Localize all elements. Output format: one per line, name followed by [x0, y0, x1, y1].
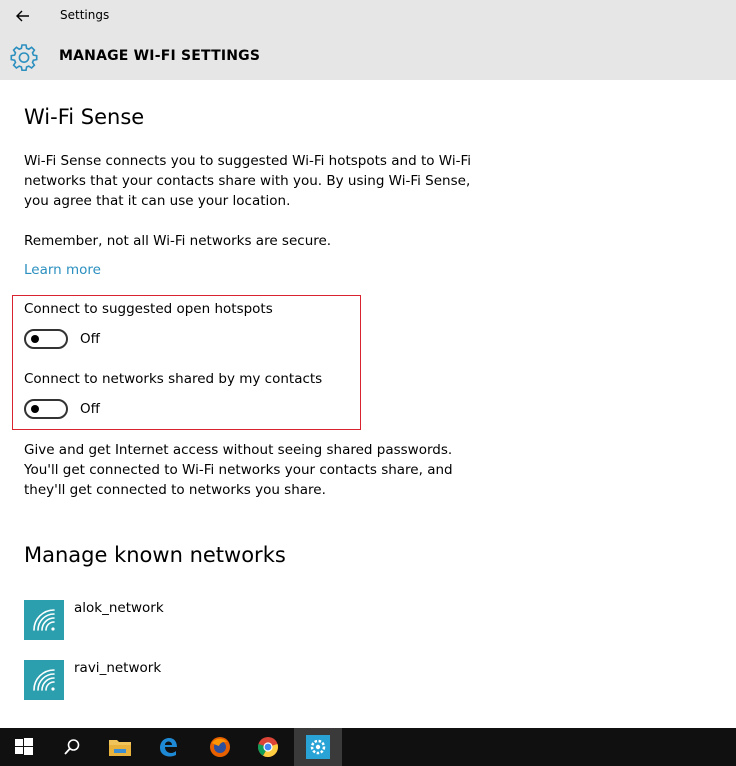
gear-icon [10, 44, 38, 71]
info-line: they'll get connected to networks you sh… [24, 482, 326, 498]
description-line: you agree that it can use your location. [24, 193, 291, 209]
toggle-knob [31, 335, 39, 343]
start-icon [15, 738, 33, 755]
chrome-button[interactable] [244, 728, 292, 766]
open-hotspots-state: Off [80, 331, 100, 347]
network-name: alok_network [74, 600, 164, 616]
firefox-button[interactable] [196, 728, 244, 766]
file-explorer-button[interactable] [96, 728, 144, 766]
wifi-sense-heading: Wi-Fi Sense [24, 105, 145, 129]
window-title: Settings [60, 8, 110, 22]
description-line: Wi-Fi Sense connects you to suggested Wi… [24, 153, 471, 169]
security-warning: Remember, not all Wi-Fi networks are sec… [24, 233, 332, 249]
back-arrow-icon [16, 10, 29, 22]
contacts-networks-label: Connect to networks shared by my contact… [24, 371, 323, 387]
description-line: networks that your contacts share with y… [24, 173, 471, 189]
edge-button[interactable] [144, 728, 192, 766]
search-button[interactable] [48, 728, 96, 766]
contacts-networks-state: Off [80, 401, 100, 417]
known-networks-heading: Manage known networks [24, 543, 286, 567]
network-item-ravi[interactable]: ravi_network [24, 660, 424, 700]
wifi-sense-description: Wi-Fi Sense connects you to suggested Wi… [24, 151, 494, 211]
page-header: MANAGE WI-FI SETTINGS [0, 32, 736, 80]
settings-icon [306, 735, 330, 759]
edge-icon [160, 738, 177, 757]
chrome-icon [258, 737, 278, 758]
start-button[interactable] [0, 728, 48, 766]
title-bar: Settings [0, 0, 736, 32]
learn-more-link[interactable]: Learn more [24, 262, 101, 278]
wifi-icon [24, 600, 64, 640]
settings-taskbar-button[interactable] [294, 728, 342, 766]
open-hotspots-label: Connect to suggested open hotspots [24, 301, 273, 317]
network-item-alok[interactable]: alok_network [24, 600, 424, 640]
taskbar [0, 728, 736, 766]
wifi-icon [24, 660, 64, 700]
sharing-info: Give and get Internet access without see… [24, 440, 494, 500]
info-line: Give and get Internet access without see… [24, 442, 453, 458]
toggle-knob [31, 405, 39, 413]
network-name: ravi_network [74, 660, 162, 676]
file-explorer-icon [109, 740, 131, 756]
info-line: You'll get connected to Wi-Fi networks y… [24, 462, 453, 478]
search-icon [64, 739, 80, 755]
firefox-icon [210, 737, 230, 757]
back-button[interactable] [8, 2, 38, 30]
contacts-networks-toggle[interactable] [24, 399, 68, 419]
page-title: MANAGE WI-FI SETTINGS [59, 48, 261, 64]
open-hotspots-toggle[interactable] [24, 329, 68, 349]
